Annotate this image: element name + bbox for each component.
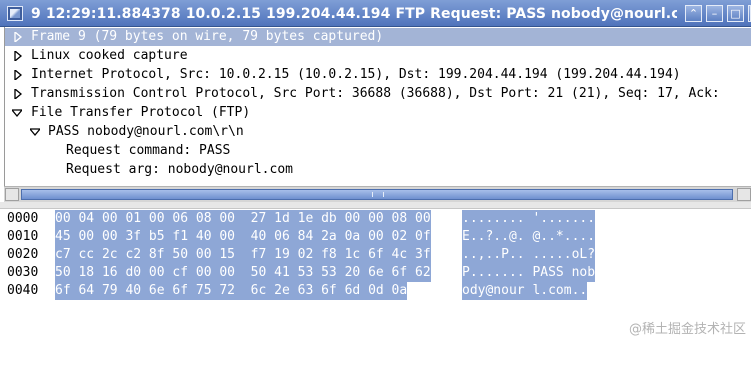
expand-triangle-icon[interactable] xyxy=(13,32,23,42)
scrollbar-thumb[interactable] xyxy=(21,189,733,200)
tree-row-pass[interactable]: PASS nobody@nourl.com\r\n xyxy=(5,123,751,141)
hex-ascii[interactable]: E..?..@. @..*.... xyxy=(462,228,596,246)
hex-offset: 0000 xyxy=(7,211,39,226)
hex-offset: 0040 xyxy=(7,283,39,298)
hex-bytes[interactable]: 50 18 16 d0 00 cf 00 00 50 41 53 53 20 6… xyxy=(55,264,431,282)
tree-row-label: Transmission Control Protocol, Src Port:… xyxy=(31,86,720,101)
hex-offset: 0010 xyxy=(7,229,39,244)
tree-row-label: PASS nobody@nourl.com\r\n xyxy=(48,124,244,139)
hex-ascii[interactable]: P....... PASS nob xyxy=(462,264,596,282)
collapse-triangle-icon[interactable] xyxy=(12,108,22,118)
tree-row-label: Internet Protocol, Src: 10.0.2.15 (10.0.… xyxy=(31,67,681,82)
expand-triangle-icon[interactable] xyxy=(13,51,23,61)
scroll-left-arrow-icon[interactable] xyxy=(5,188,19,201)
expand-triangle-icon[interactable] xyxy=(13,70,23,80)
wireshark-app-icon[interactable] xyxy=(7,6,23,21)
window-menu-button[interactable]: ⌃ xyxy=(685,5,702,22)
tree-row-request-command[interactable]: Request command: PASS xyxy=(5,142,751,160)
tree-row-request-arg[interactable]: Request arg: nobody@nourl.com xyxy=(5,161,751,179)
hex-bytes[interactable]: c7 cc 2c c2 8f 50 00 15 f7 19 02 f8 1c 6… xyxy=(55,246,431,264)
maximize-button[interactable]: □ xyxy=(727,5,744,22)
tree-row-linux-cooked[interactable]: Linux cooked capture xyxy=(5,47,751,65)
pane-splitter[interactable] xyxy=(0,202,751,209)
scroll-right-arrow-icon[interactable] xyxy=(737,188,751,201)
tree-row-frame[interactable]: Frame 9 (79 bytes on wire, 79 bytes capt… xyxy=(5,28,751,46)
title-bar[interactable]: 9 12:29:11.884378 10.0.2.15 199.204.44.1… xyxy=(0,0,751,27)
hex-ascii[interactable]: ody@nour l.com.. xyxy=(462,282,588,300)
hex-row[interactable]: 0040 6f 64 79 40 6e 6f 75 72 6c 2e 63 6f… xyxy=(0,282,751,300)
hex-ascii[interactable]: ........ '....... xyxy=(462,210,596,228)
tree-row-label: Frame 9 (79 bytes on wire, 79 bytes capt… xyxy=(31,29,384,44)
tree-row-ip[interactable]: Internet Protocol, Src: 10.0.2.15 (10.0.… xyxy=(5,66,751,84)
window-title: 9 12:29:11.884378 10.0.2.15 199.204.44.1… xyxy=(31,6,677,22)
minimize-button[interactable]: – xyxy=(706,5,723,22)
tree-row-ftp[interactable]: File Transfer Protocol (FTP) xyxy=(5,104,751,122)
hex-row[interactable]: 0020 c7 cc 2c c2 8f 50 00 15 f7 19 02 f8… xyxy=(0,246,751,264)
horizontal-scrollbar[interactable] xyxy=(4,186,751,202)
tree-row-label: Request command: PASS xyxy=(66,143,231,158)
hex-bytes[interactable]: 45 00 00 3f b5 f1 40 00 40 06 84 2a 0a 0… xyxy=(55,228,431,246)
packet-details-tree[interactable]: Frame 9 (79 bytes on wire, 79 bytes capt… xyxy=(4,27,751,186)
tree-row-tcp[interactable]: Transmission Control Protocol, Src Port:… xyxy=(5,85,751,103)
hex-offset: 0020 xyxy=(7,247,39,262)
hex-row[interactable]: 0030 50 18 16 d0 00 cf 00 00 50 41 53 53… xyxy=(0,264,751,282)
tree-row-label: Linux cooked capture xyxy=(31,48,188,63)
hex-bytes[interactable]: 6f 64 79 40 6e 6f 75 72 6c 2e 63 6f 6d 0… xyxy=(55,282,408,300)
hex-row[interactable]: 0000 00 04 00 01 00 06 08 00 27 1d 1e db… xyxy=(0,210,751,228)
watermark-text: @稀土掘金技术社区 xyxy=(628,322,746,337)
collapse-triangle-icon[interactable] xyxy=(30,127,40,137)
expand-triangle-icon[interactable] xyxy=(13,89,23,99)
tree-row-label: Request arg: nobody@nourl.com xyxy=(66,162,293,177)
tree-row-label: File Transfer Protocol (FTP) xyxy=(31,105,251,120)
hex-row[interactable]: 0010 45 00 00 3f b5 f1 40 00 40 06 84 2a… xyxy=(0,228,751,246)
hex-ascii[interactable]: ..,..P.. .....oL? xyxy=(462,246,596,264)
hex-bytes[interactable]: 00 04 00 01 00 06 08 00 27 1d 1e db 00 0… xyxy=(55,210,431,228)
hex-offset: 0030 xyxy=(7,265,39,280)
